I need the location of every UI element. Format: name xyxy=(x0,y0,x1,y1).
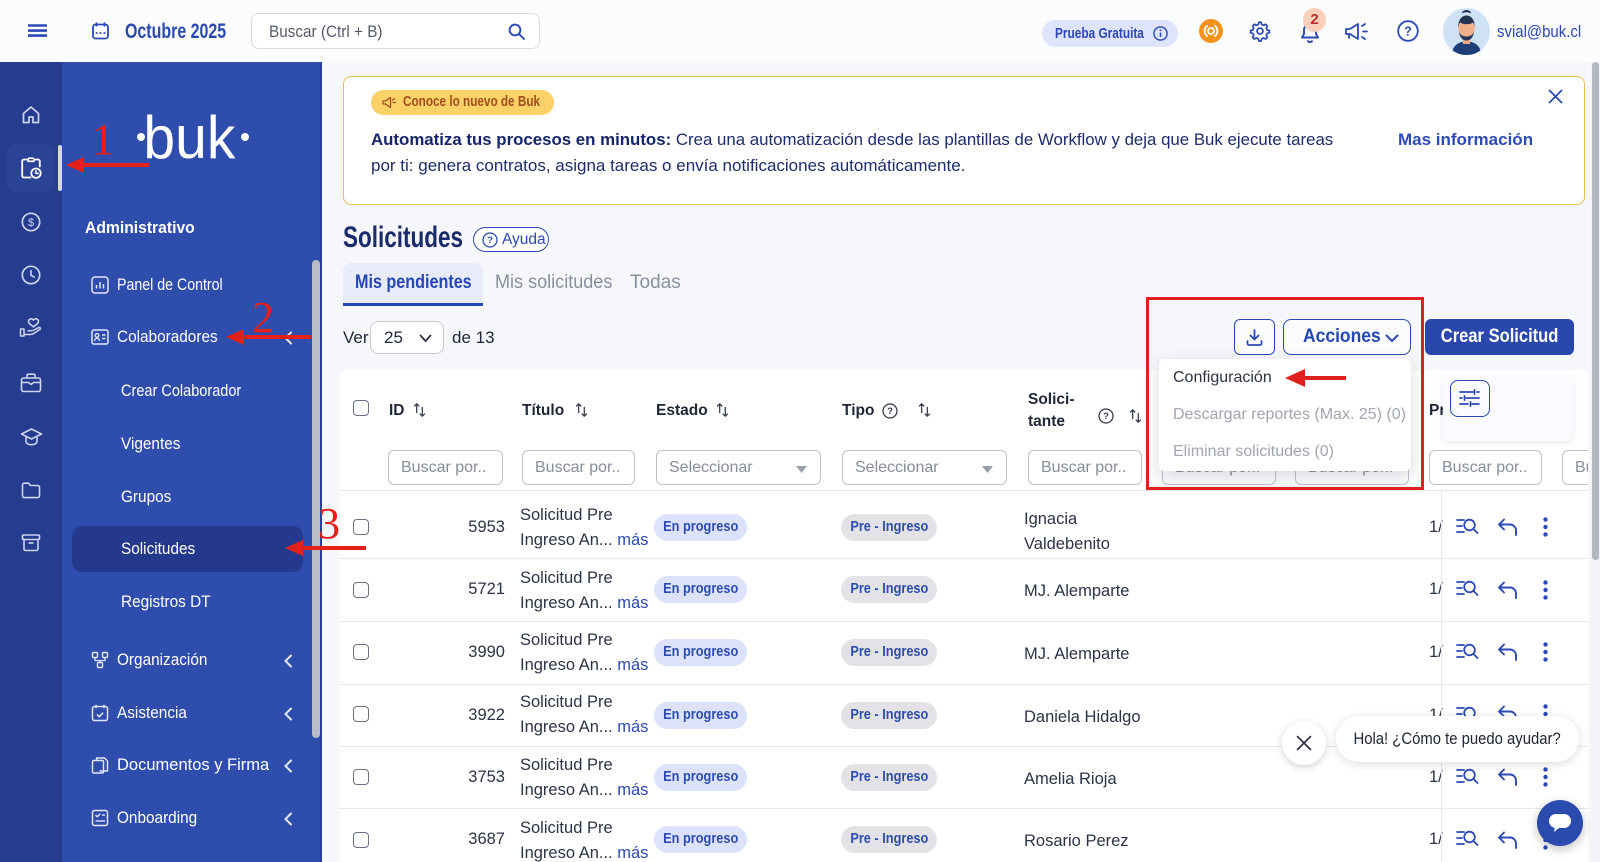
svg-text:$: $ xyxy=(28,217,34,229)
svg-text:?: ? xyxy=(1404,24,1412,38)
svg-text:?: ? xyxy=(1103,411,1109,422)
svg-text:?: ? xyxy=(887,406,893,417)
svg-text:?: ? xyxy=(487,235,493,246)
